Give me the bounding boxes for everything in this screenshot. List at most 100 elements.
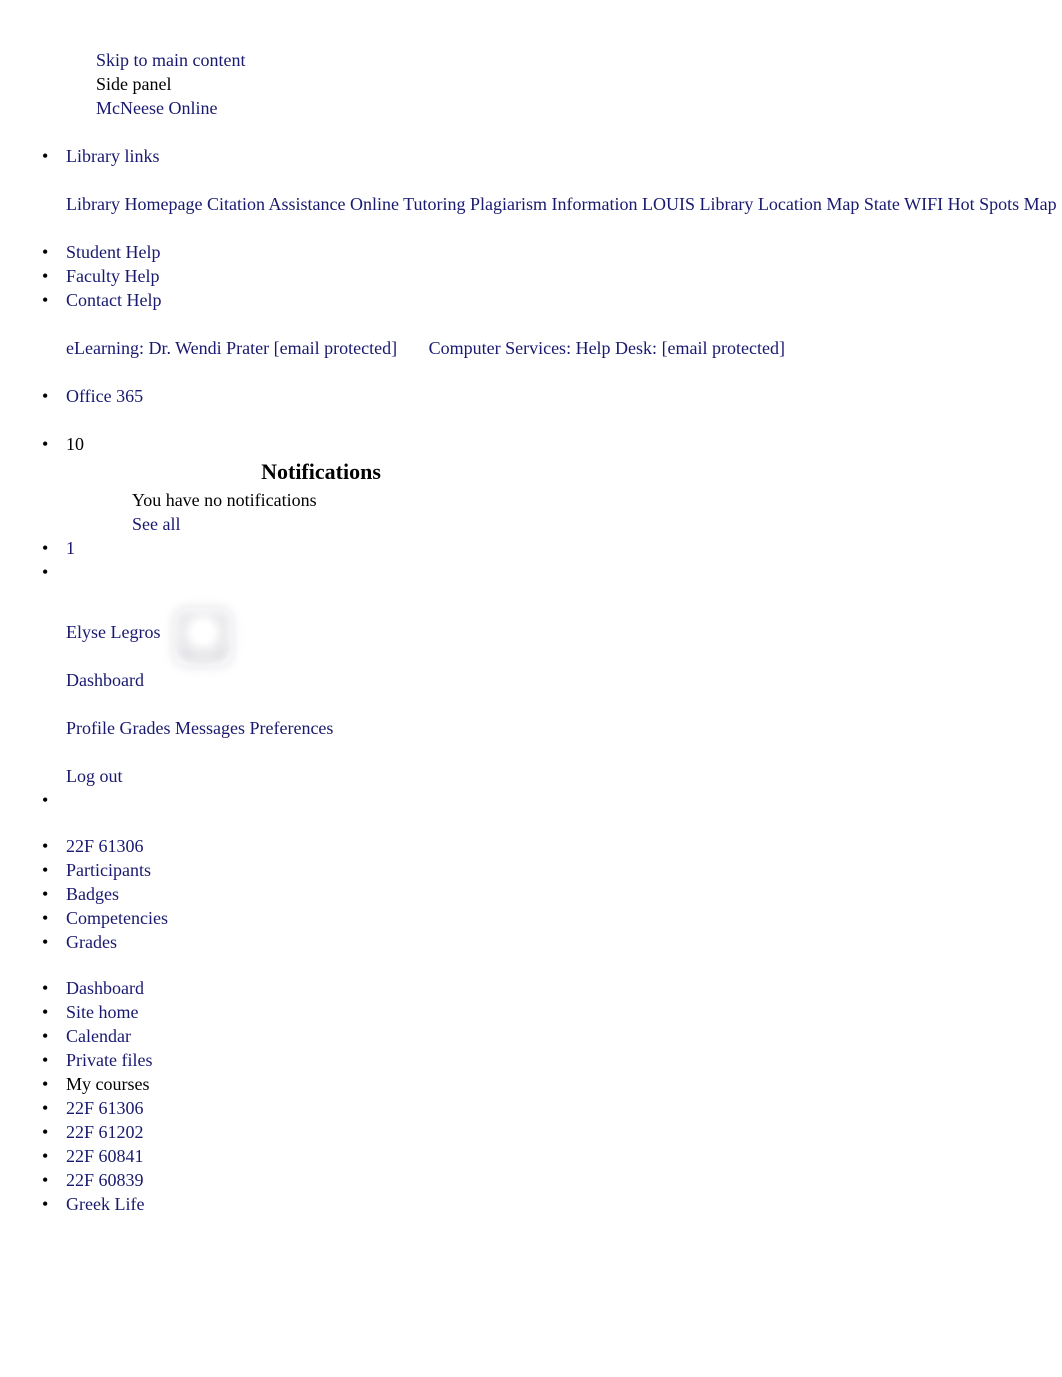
library-homepage-link[interactable]: Library Homepage [66,194,202,214]
user-dashboard-link[interactable]: Dashboard [66,670,144,690]
course-61202-link[interactable]: 22F 61202 [66,1122,144,1142]
dashboard-link[interactable]: Dashboard [66,978,144,998]
site-nav-item-course-61306[interactable]: 22F 61306 [0,1096,1062,1120]
nav-item-user-menu-toggle[interactable] [0,560,1062,584]
site-nav-list: Dashboard Site home Calendar Private fil… [0,976,1062,1216]
course-60841-link[interactable]: 22F 60841 [66,1146,144,1166]
nav-item-messages-toggle[interactable]: 1 [0,536,1062,560]
skip-to-main-content-link-row: Skip to main content [96,48,1062,72]
louis-library-link[interactable]: LOUIS Library [642,194,753,214]
faculty-help-link[interactable]: Faculty Help [66,266,159,286]
course-nav-item-badges[interactable]: Badges [0,882,1062,906]
course-nav-item-competencies[interactable]: Competencies [0,906,1062,930]
course-nav-item-grades[interactable]: Grades [0,930,1062,954]
competencies-link[interactable]: Competencies [66,908,168,928]
student-help-link[interactable]: Student Help [66,242,161,262]
user-name-link[interactable]: Elyse Legros [66,622,160,642]
site-nav-item-calendar[interactable]: Calendar [0,1024,1062,1048]
nav-item-empty-trailing[interactable] [0,788,1062,812]
nav-item-library-links[interactable]: Library links [0,144,1062,168]
skip-to-main-content-link[interactable]: Skip to main content [96,50,245,70]
library-links-sublist-container: Library Homepage Citation Assistance Onl… [0,168,1062,240]
library-links-inline-list: Library Homepage Citation Assistance Onl… [66,192,1062,216]
notifications-title: Notifications [261,459,381,484]
notifications-empty-text: You have no notifications [132,490,317,510]
notifications-see-all-link[interactable]: See all [132,514,180,534]
computer-services-helpdesk-label[interactable]: Computer Services: Help Desk: [429,338,657,358]
site-nav-item-private-files[interactable]: Private files [0,1048,1062,1072]
separator [397,338,429,358]
elearning-contact-label[interactable]: eLearning: Dr. Wendi Prater [66,338,269,358]
greek-life-link[interactable]: Greek Life [66,1194,144,1214]
user-profile-link[interactable]: Profile [66,718,115,738]
my-courses-label: My courses [66,1074,150,1094]
course-nav-list: 22F 61306 Participants Badges Competenci… [0,834,1062,954]
nav-item-student-help[interactable]: Student Help [0,240,1062,264]
notifications-panel: Notifications You have no notifications … [66,456,510,536]
course-nav-item-course-code[interactable]: 22F 61306 [0,834,1062,858]
grades-link[interactable]: Grades [66,932,117,952]
site-home-link[interactable]: Site home [66,1002,139,1022]
messages-count-badge[interactable]: 1 [66,538,75,558]
course-60839-link[interactable]: 22F 60839 [66,1170,144,1190]
user-dashboard-row: Dashboard [66,668,1062,692]
library-links-label[interactable]: Library links [66,146,159,166]
site-name-link-row: McNeese Online [96,96,1062,120]
contact-help-details: eLearning: Dr. Wendi Prater [email prote… [0,312,1062,384]
header-links: Skip to main content Side panel McNeese … [0,48,1062,120]
site-nav-item-my-courses: My courses [0,1072,1062,1096]
user-logout-row: Log out [66,764,1062,788]
badges-link[interactable]: Badges [66,884,119,904]
nav-item-contact-help[interactable]: Contact Help [0,288,1062,312]
site-nav-item-site-home[interactable]: Site home [0,1000,1062,1024]
nav-item-office-365[interactable]: Office 365 [0,384,1062,408]
plagiarism-information-link[interactable]: Plagiarism Information [470,194,637,214]
private-files-link[interactable]: Private files [66,1050,152,1070]
course-61306-link[interactable]: 22F 61306 [66,1098,144,1118]
calendar-link[interactable]: Calendar [66,1026,131,1046]
course-code-link[interactable]: 22F 61306 [66,836,144,856]
site-nav-item-course-61202[interactable]: 22F 61202 [0,1120,1062,1144]
contact-help-link[interactable]: Contact Help [66,290,161,310]
user-menu-panel: Elyse Legros Dashboard Profile Grades Me… [0,584,1062,788]
nav-item-faculty-help[interactable]: Faculty Help [0,264,1062,288]
nav-item-notifications-toggle[interactable]: 10 [0,432,1062,456]
online-tutoring-link[interactable]: Online Tutoring [350,194,466,214]
user-menu-inline-links: Profile Grades Messages Preferences [66,716,1062,740]
user-grades-link[interactable]: Grades [120,718,171,738]
elearning-contact-email[interactable]: [email protected] [274,338,397,358]
side-panel-label: Side panel [96,74,172,94]
site-nav-item-course-60839[interactable]: 22F 60839 [0,1168,1062,1192]
log-out-link[interactable]: Log out [66,766,123,786]
user-messages-link[interactable]: Messages [175,718,245,738]
computer-services-helpdesk-email[interactable]: [email protected] [662,338,785,358]
office-365-link[interactable]: Office 365 [66,386,143,406]
spacer-row [0,408,1062,432]
participants-link[interactable]: Participants [66,860,151,880]
location-map-link[interactable]: Location Map [758,194,859,214]
page-root: Skip to main content Side panel McNeese … [0,0,1062,1216]
course-nav-item-participants[interactable]: Participants [0,858,1062,882]
site-nav-item-dashboard[interactable]: Dashboard [0,976,1062,1000]
notifications-see-all-row: See all [132,512,510,536]
state-wifi-hot-spots-map-link[interactable]: State WIFI Hot Spots Map [864,194,1057,214]
main-nav-list: Library links Library Homepage Citation … [0,144,1062,812]
user-preferences-link[interactable]: Preferences [249,718,333,738]
site-nav-item-greek-life[interactable]: Greek Life [0,1192,1062,1216]
notifications-popover: Notifications You have no notifications … [0,456,1062,536]
site-name-link[interactable]: McNeese Online [96,98,217,118]
user-avatar-image [174,608,232,666]
site-nav-item-course-60841[interactable]: 22F 60841 [0,1144,1062,1168]
contact-help-content: eLearning: Dr. Wendi Prater [email prote… [66,336,1062,360]
citation-assistance-link[interactable]: Citation Assistance [207,194,346,214]
